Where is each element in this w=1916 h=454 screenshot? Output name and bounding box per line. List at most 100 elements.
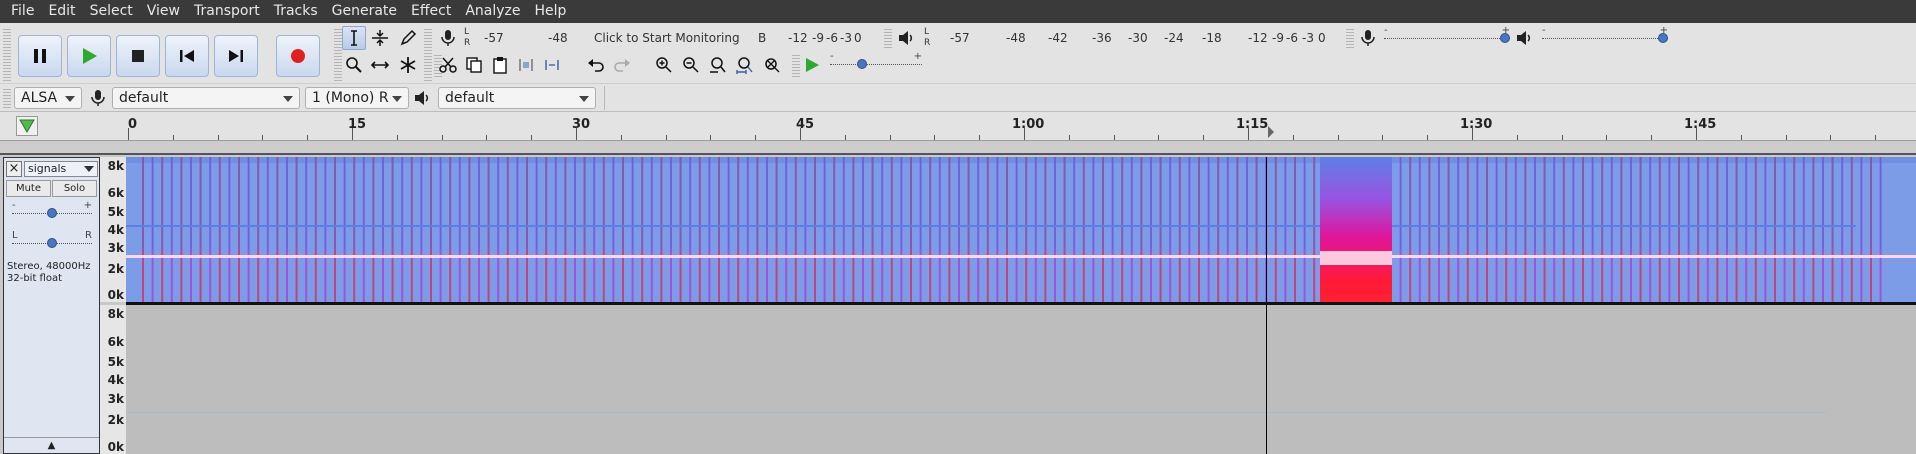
ruler-tick [352,128,353,140]
trim-icon [519,59,533,71]
recording-volume-slider[interactable]: - + [1384,25,1510,48]
record-meter-mic[interactable] [436,26,460,50]
spectrogram-pulse-highband [1476,157,1478,249]
toolbar-grip[interactable] [792,53,800,77]
fit-selection-button[interactable] [706,53,730,77]
spectrogram-pulse-highband [209,157,211,249]
time-shift-tool[interactable] [368,53,392,77]
spectrogram-pulse-highband [660,157,662,249]
play-button[interactable] [67,35,111,77]
audio-host-select[interactable]: ALSA [14,87,82,109]
stop-button[interactable] [116,35,160,77]
spectrogram-pulse-highband [852,157,854,249]
collapse-track-button[interactable]: ▲ [4,437,99,453]
mute-button[interactable]: Mute [6,180,51,197]
meter-tick: -30 [1128,31,1148,45]
menu-edit[interactable]: Edit [41,0,82,23]
menu-view[interactable]: View [140,0,187,23]
slider-thumb[interactable] [1658,33,1668,43]
spectrogram-left-channel[interactable] [126,157,1916,302]
menu-effect[interactable]: Effect [404,0,458,23]
selection-tool[interactable] [342,26,366,50]
gain-min-label: - [12,200,16,211]
skip-to-start-button[interactable] [165,35,209,77]
menu-transport[interactable]: Transport [187,0,267,23]
menu-tracks[interactable]: Tracks [267,0,325,23]
play-at-speed-slider[interactable]: - + [830,51,922,74]
slider-thumb[interactable] [1500,33,1510,43]
toolbar-grip[interactable] [884,27,892,49]
faint-carrier-line [126,412,1826,413]
undo-button[interactable] [584,53,608,77]
spectrogram-pulse-highband [1486,157,1488,249]
close-track-button[interactable]: × [6,161,22,177]
spectrogram-pulse-highband [1227,157,1229,249]
slider-thumb[interactable] [857,59,867,69]
spectrogram-right-channel[interactable] [126,305,1916,454]
paste-button[interactable] [488,53,512,77]
skip-to-end-button[interactable] [214,35,258,77]
silence-audio-button[interactable] [540,53,564,77]
toolbar-grip[interactable] [3,87,11,109]
draw-tool[interactable] [396,26,420,50]
cut-button[interactable] [436,53,460,77]
spectrogram-pulse-highband [1198,157,1200,249]
envelope-tool[interactable] [368,26,392,50]
recording-device-mic [86,86,110,110]
spectrogram-pulse-highband [1851,157,1853,249]
slider-thumb[interactable] [47,238,57,248]
menu-generate[interactable]: Generate [325,0,404,23]
multi-tool[interactable] [396,53,420,77]
record-meter[interactable]: L R -57 -48 Click to Start Monitoring B … [462,27,882,49]
record-meter-prompt[interactable]: Click to Start Monitoring [594,31,740,45]
ruler-tick [710,135,711,140]
track-menu-button[interactable]: signals [24,161,98,177]
recording-channels-value: 1 (Mono) R [312,90,389,106]
slider-thumb[interactable] [47,208,57,218]
menu-analyze[interactable]: Analyze [458,0,527,23]
play-at-speed-button[interactable] [800,53,824,77]
silence-icon [545,60,559,70]
menu-file[interactable]: File [4,0,41,23]
zoom-toggle-button[interactable] [760,53,784,77]
timeline-ruler[interactable]: 0 15 30 45 1:00 1:15 1:30 1:45 [0,111,1916,141]
zoom-tool[interactable] [342,53,366,77]
spectrogram-pulse-highband [1428,157,1430,249]
fit-project-button[interactable] [733,53,757,77]
zoom-in-button[interactable] [652,53,676,77]
ruler-tick [1472,128,1473,140]
spectrogram-pulse-highband [1707,157,1709,249]
playback-volume-slider[interactable]: - + [1542,25,1668,48]
playback-meter-speaker[interactable] [894,26,918,50]
solo-button[interactable]: Solo [52,180,97,197]
toolbar-grip[interactable] [1346,27,1354,49]
meter-tick: -9 [812,31,824,45]
ruler-tick [128,128,129,140]
timeline-options-button[interactable] [16,116,38,136]
recording-channels-select[interactable]: 1 (Mono) R [305,87,409,109]
pause-button[interactable] [18,35,62,77]
signal-burst [1320,157,1392,302]
copy-button[interactable] [462,53,486,77]
gain-slider[interactable]: - + [12,200,92,223]
spectrogram-pulse-highband [910,157,912,249]
pan-slider[interactable]: L R [12,230,92,253]
play-head-marker[interactable] [1268,126,1274,138]
playback-meter[interactable]: L R -57 -48 -42 -36 -30 -24 -18 -12 -9 -… [922,27,1342,49]
meter-tick: 0 [854,31,862,45]
menu-help[interactable]: Help [528,0,574,23]
spectrogram-pulse-highband [200,157,202,249]
ruler-tick [1069,135,1070,140]
zoom-out-button[interactable] [679,53,703,77]
record-button[interactable] [276,35,320,77]
slider-min-label: - [1384,25,1388,36]
redo-button[interactable] [610,53,634,77]
trim-audio-button[interactable] [514,53,538,77]
ruler-tick [173,135,174,140]
recording-device-select[interactable]: default [112,87,300,109]
playback-device-select[interactable]: default [438,87,596,109]
spectrogram-pulse-highband [449,157,451,249]
spectrogram-pulse-highband [1630,157,1632,249]
menu-select[interactable]: Select [83,0,140,23]
spectrogram-pulse-highband [1438,157,1440,249]
